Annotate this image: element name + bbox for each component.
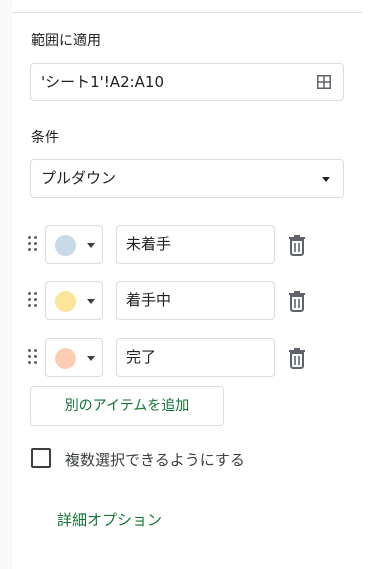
range-label: 範囲に適用: [31, 33, 101, 49]
divider: [12, 12, 362, 13]
drag-handle-icon[interactable]: [28, 349, 38, 367]
color-swatch: [55, 235, 76, 256]
chevron-down-icon: [87, 356, 95, 361]
drag-handle-icon[interactable]: [28, 236, 38, 254]
condition-label: 条件: [31, 130, 59, 146]
condition-select[interactable]: プルダウン: [30, 159, 344, 198]
item-value: 着手中: [126, 291, 172, 309]
delete-icon[interactable]: [287, 347, 307, 369]
delete-icon[interactable]: [287, 290, 307, 312]
color-picker-button[interactable]: [45, 281, 103, 320]
range-input[interactable]: 'シート1'!A2:A10: [30, 63, 344, 101]
dropdown-item-row: 完了: [0, 338, 371, 378]
item-value: 完了: [126, 348, 157, 366]
color-swatch: [55, 291, 76, 312]
item-value: 未着手: [126, 235, 172, 253]
multi-select-checkbox[interactable]: [31, 448, 51, 468]
add-item-button[interactable]: 別のアイテムを追加: [30, 386, 224, 426]
color-picker-button[interactable]: [45, 338, 103, 377]
item-value-input[interactable]: 完了: [116, 338, 275, 377]
chevron-down-icon: [322, 177, 330, 182]
drag-handle-icon[interactable]: [28, 292, 38, 310]
range-value: 'シート1'!A2:A10: [41, 73, 165, 91]
dropdown-item-row: 着手中: [0, 281, 371, 321]
multi-select-label[interactable]: 複数選択できるようにする: [65, 450, 245, 470]
advanced-options-link[interactable]: 詳細オプション: [57, 510, 162, 530]
condition-value: プルダウン: [41, 169, 117, 187]
chevron-down-icon: [87, 299, 95, 304]
color-swatch: [55, 348, 76, 369]
dropdown-item-row: 未着手: [0, 225, 371, 265]
color-picker-button[interactable]: [45, 225, 103, 264]
chevron-down-icon: [87, 243, 95, 248]
item-value-input[interactable]: 未着手: [116, 225, 275, 264]
delete-icon[interactable]: [287, 234, 307, 256]
grid-select-icon[interactable]: [317, 75, 331, 89]
item-value-input[interactable]: 着手中: [116, 281, 275, 320]
